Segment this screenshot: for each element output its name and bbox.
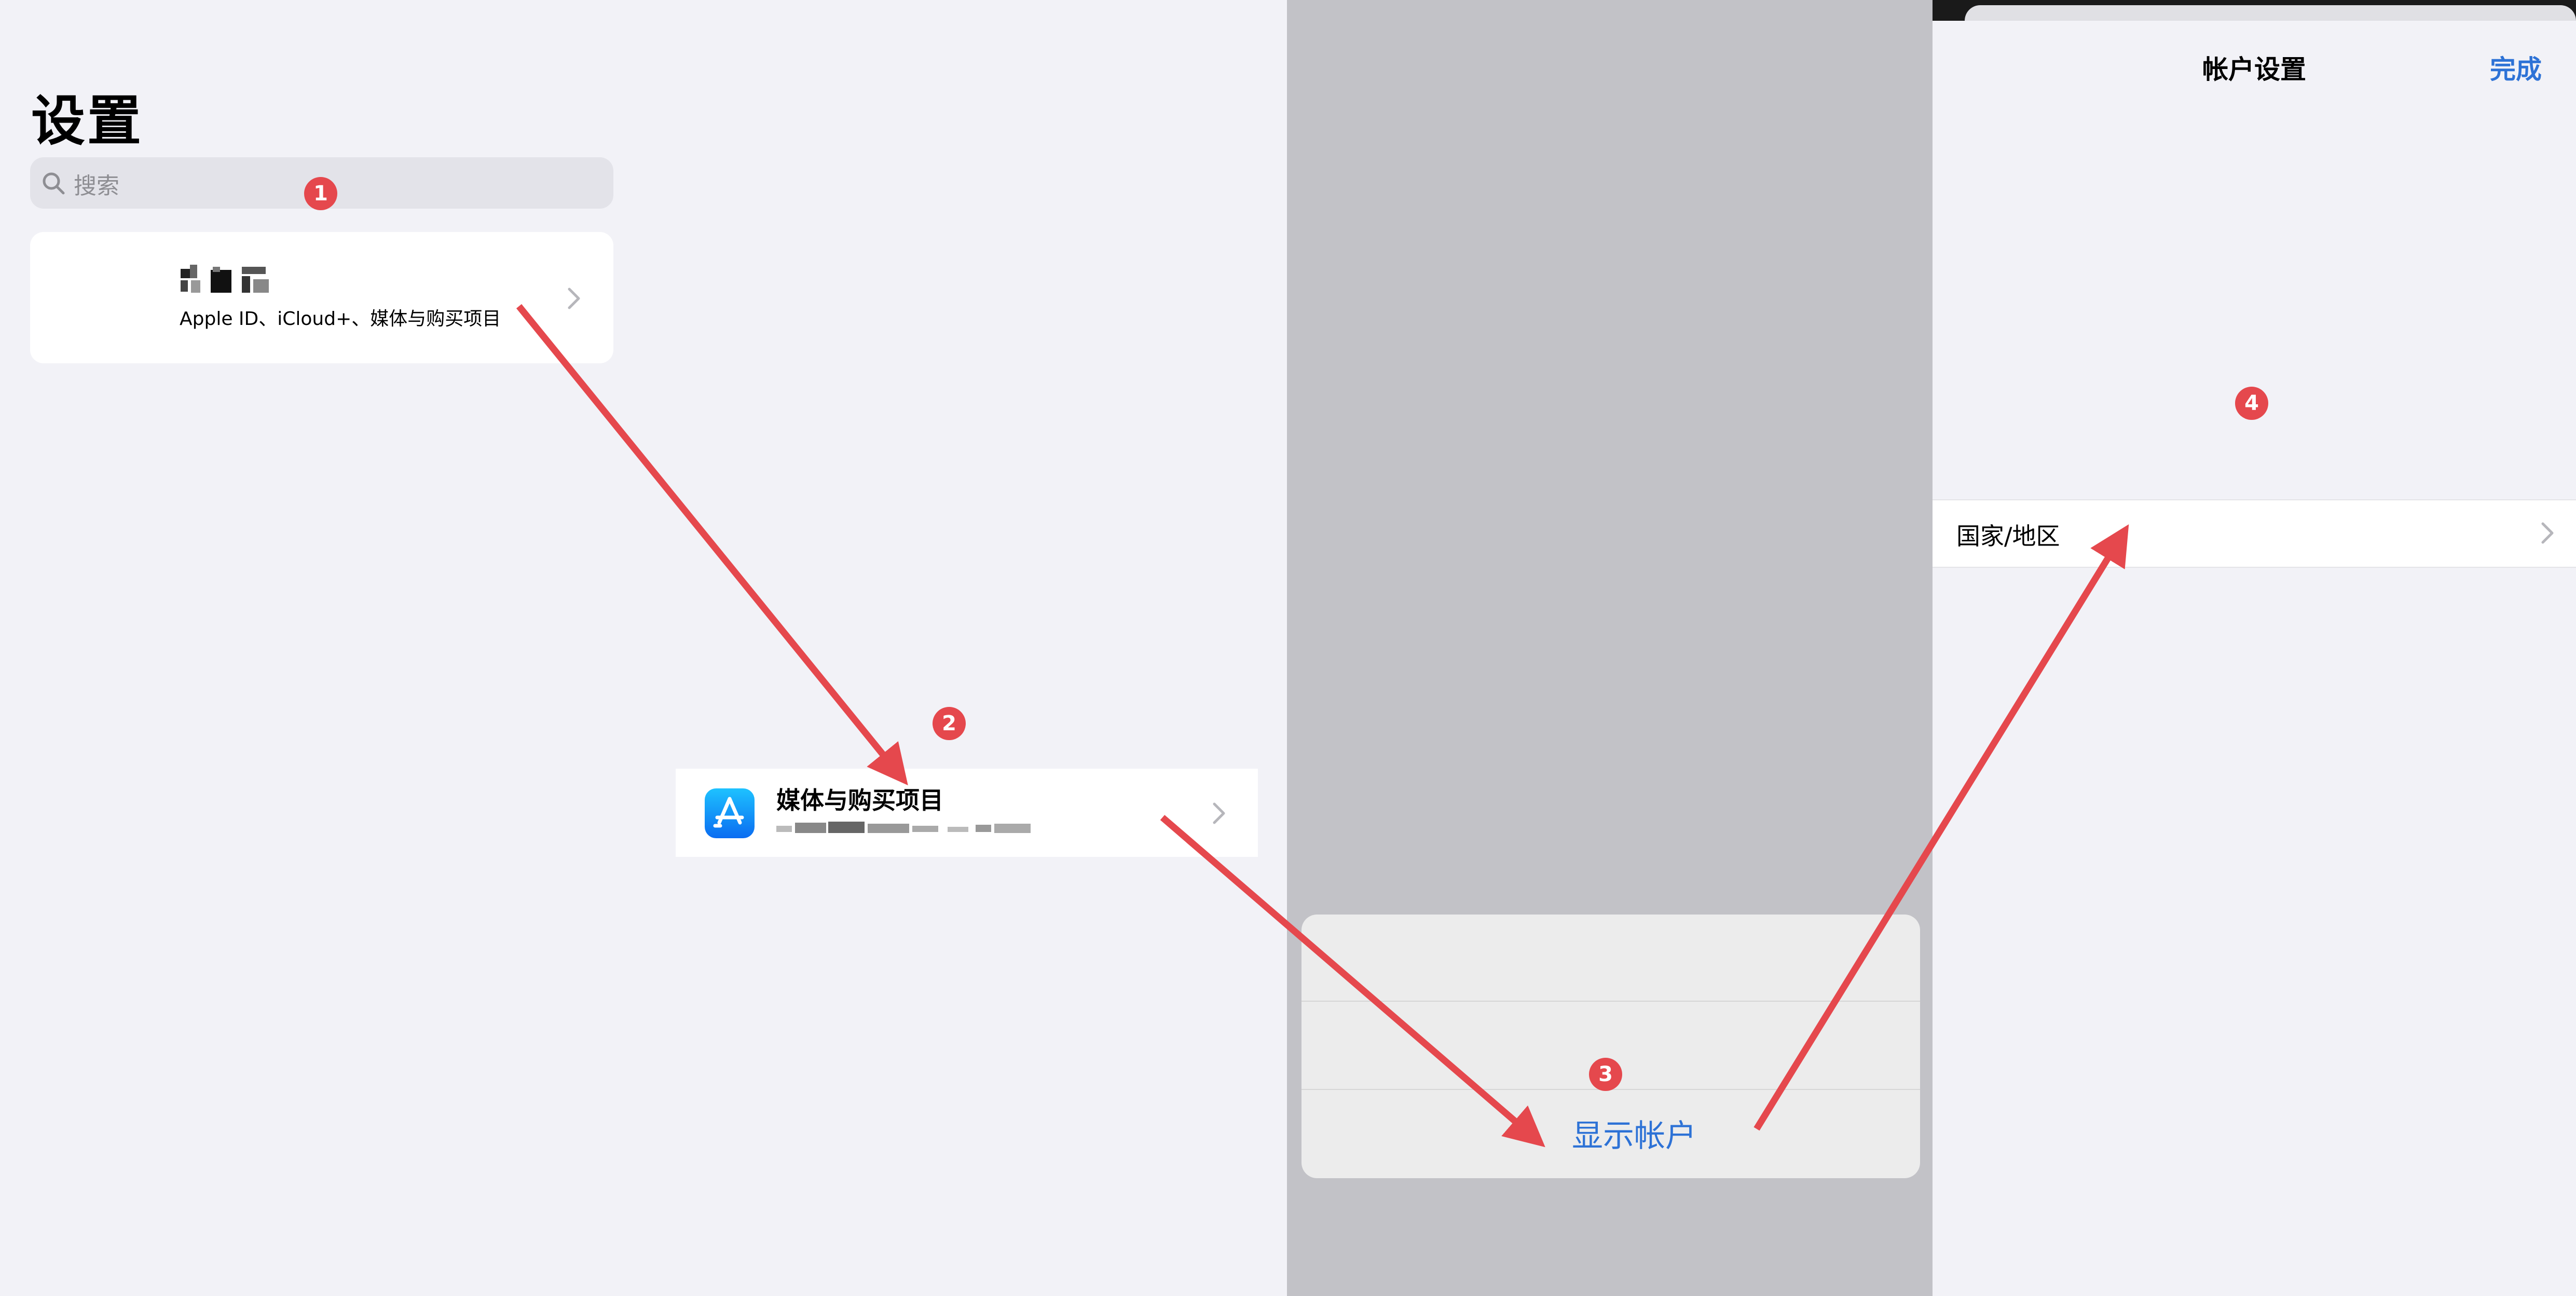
- account-email-redacted: [776, 822, 1031, 833]
- apple-id-subtitle: Apple ID、iCloud+、媒体与购买项目: [180, 308, 501, 330]
- app-store-icon: [705, 788, 755, 838]
- search-icon: [43, 172, 65, 195]
- apple-id-profile-row[interactable]: [30, 232, 613, 363]
- step-badge-1: 1: [304, 177, 337, 210]
- media-purchases-row[interactable]: [676, 769, 1258, 857]
- step-badge-4: 4: [2235, 387, 2268, 420]
- profile-name-redacted: [181, 265, 269, 293]
- search-placeholder: 搜索: [74, 173, 119, 199]
- step-badge-3: 3: [1589, 1058, 1622, 1091]
- nav-title: 帐户设置: [2202, 54, 2306, 85]
- media-purchases-title: 媒体与购买项目: [776, 786, 943, 814]
- divider: [1301, 1001, 1920, 1002]
- show-account-button[interactable]: 显示帐户: [1301, 1111, 1920, 1156]
- chevron-right-icon: [1213, 802, 1225, 824]
- account-settings-sheet: [1933, 21, 2576, 1296]
- chevron-right-icon: [568, 288, 580, 309]
- chevron-right-icon: [2541, 522, 2554, 544]
- done-button[interactable]: 完成: [2490, 49, 2542, 86]
- page-title: 设置: [31, 89, 144, 153]
- step-badge-2: 2: [933, 707, 966, 740]
- country-region-label: 国家/地区: [1956, 522, 2060, 550]
